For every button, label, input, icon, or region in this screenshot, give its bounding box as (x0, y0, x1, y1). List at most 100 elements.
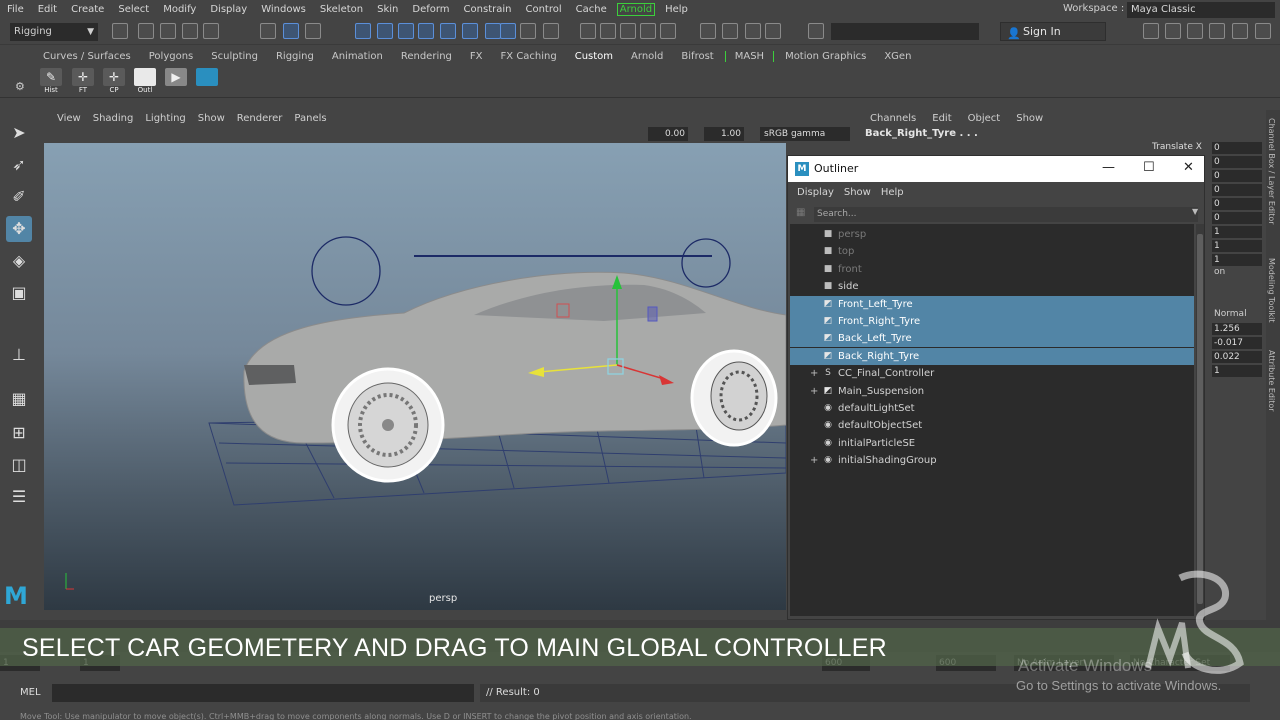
lasso-tool-icon[interactable]: ➶ (6, 152, 32, 178)
scale-tool-icon[interactable]: ▣ (6, 280, 32, 306)
menu-file[interactable]: File (0, 4, 31, 15)
rotate-tool-icon[interactable]: ◈ (6, 248, 32, 274)
mel-command-input[interactable] (52, 684, 474, 702)
expand-icon[interactable]: + (810, 452, 818, 469)
outliner-row[interactable]: ■ top (790, 243, 1194, 260)
render-region-icon[interactable] (600, 23, 616, 39)
maximize-icon[interactable]: ☐ (1143, 160, 1155, 175)
undo-icon[interactable] (182, 23, 198, 39)
outliner-row[interactable]: ◩ Front_Right_Tyre (790, 313, 1194, 330)
shelf-tab-arnold[interactable]: Arnold (622, 51, 672, 62)
channel-value-field[interactable]: 1 (1212, 240, 1262, 252)
side-tab-2[interactable]: Attribute Editor (1267, 350, 1276, 412)
last-tool-icon[interactable]: ⊥ (6, 342, 32, 368)
select-tool-icon[interactable]: ➤ (6, 120, 32, 146)
menu-control[interactable]: Control (518, 4, 568, 15)
expand-icon[interactable]: + (810, 365, 818, 382)
menu-select[interactable]: Select (111, 4, 156, 15)
character-controls-icon[interactable] (1165, 23, 1181, 39)
menu-modify[interactable]: Modify (156, 4, 203, 15)
shelf-tab-motion-graphics[interactable]: Motion Graphics (776, 51, 875, 62)
gamma-field[interactable]: 1.00 (704, 127, 744, 141)
outliner-row[interactable]: ■ front (790, 261, 1194, 278)
shelf-tab-rendering[interactable]: Rendering (392, 51, 461, 62)
mel-label[interactable]: MEL (20, 687, 41, 698)
color-space-dropdown[interactable]: sRGB gamma (760, 127, 850, 141)
shelf-button-cp[interactable]: ✛ CP (101, 68, 127, 96)
hypershade-icon[interactable] (660, 23, 676, 39)
viewport-menu-lighting[interactable]: Lighting (139, 113, 191, 124)
menu-deform[interactable]: Deform (405, 4, 456, 15)
snap-point-icon[interactable] (398, 23, 414, 39)
outliner-row[interactable]: ■ side (790, 278, 1194, 295)
outliner-layout-icon[interactable]: ☰ (6, 484, 32, 510)
exposure-field[interactable]: 0.00 (648, 127, 688, 141)
shelf-tab-animation[interactable]: Animation (323, 51, 392, 62)
render-icon[interactable] (580, 23, 596, 39)
clapper-icon[interactable] (722, 23, 738, 39)
sign-in-button[interactable]: 👤 Sign In (1000, 22, 1106, 41)
arnold-render-icon[interactable] (700, 23, 716, 39)
channel-menu-object[interactable]: Object (960, 113, 1009, 124)
outliner-row[interactable]: + S CC_Final_Controller (790, 365, 1194, 382)
shelf-tab-xgen[interactable]: XGen (875, 51, 920, 62)
expand-icon[interactable]: + (810, 383, 818, 400)
shelf-tab-curves-surfaces[interactable]: Curves / Surfaces (34, 51, 140, 62)
snap-view-plane-icon[interactable] (440, 23, 456, 39)
close-icon[interactable]: ✕ (1183, 160, 1194, 175)
side-tab-1[interactable]: Modeling Toolkit (1267, 258, 1276, 322)
shelf-tab-fx-caching[interactable]: FX Caching (492, 51, 566, 62)
modeling-toolkit-icon[interactable] (1143, 23, 1159, 39)
menu-windows[interactable]: Windows (254, 4, 313, 15)
shelf-button-ft[interactable]: ✛ FT (70, 68, 96, 96)
minimize-icon[interactable]: — (1102, 160, 1115, 175)
outliner-menu-help[interactable]: Help (876, 187, 909, 198)
shelf-tab-mash[interactable]: MASH (724, 50, 775, 62)
scrollbar-thumb[interactable] (1197, 234, 1203, 604)
shelf-button-maya[interactable] (194, 68, 220, 96)
outliner-row[interactable]: ◉ initialParticleSE (790, 435, 1194, 452)
shelf-button-outl[interactable]: Outl (132, 68, 158, 96)
channel-shape-value-field[interactable]: 1.256 (1212, 323, 1262, 335)
light-icon[interactable] (745, 23, 761, 39)
viewport-menu-shading[interactable]: Shading (87, 113, 140, 124)
shelf-button-hist[interactable]: ✎ Hist (38, 68, 64, 96)
outliner-row[interactable]: ◩ Front_Left_Tyre (790, 295, 1194, 313)
ipr-icon[interactable] (620, 23, 636, 39)
save-scene-icon[interactable] (160, 23, 176, 39)
menu-help[interactable]: Help (658, 4, 695, 15)
help-icon[interactable] (500, 23, 516, 39)
snap-surface-icon[interactable] (418, 23, 434, 39)
select-component-icon[interactable] (305, 23, 321, 39)
menu-cache[interactable]: Cache (569, 4, 614, 15)
lock-icon[interactable] (520, 23, 536, 39)
menu-arnold[interactable]: Arnold (616, 3, 656, 16)
channel-value-field[interactable]: 0 (1212, 212, 1262, 224)
outliner-row[interactable]: + ◉ initialShadingGroup (790, 452, 1194, 469)
channel-value-field[interactable]: 0 (1212, 184, 1262, 196)
snap-curve-icon[interactable] (377, 23, 393, 39)
two-view-layout-icon[interactable]: ◫ (6, 452, 32, 478)
channel-menu-edit[interactable]: Edit (924, 113, 959, 124)
channel-value-field[interactable]: 1 (1212, 226, 1262, 238)
make-live-icon[interactable] (462, 23, 478, 39)
workspace-dropdown[interactable]: Maya Classic (1127, 2, 1275, 18)
open-scene-icon[interactable] (138, 23, 154, 39)
shelf-tab-sculpting[interactable]: Sculpting (202, 51, 267, 62)
menu-constrain[interactable]: Constrain (457, 4, 519, 15)
history-icon[interactable] (485, 23, 501, 39)
outliner-scrollbar[interactable] (1196, 224, 1204, 616)
shelf-tab-bifrost[interactable]: Bifrost (672, 51, 722, 62)
outliner-row[interactable]: ◩ Back_Left_Tyre (790, 330, 1194, 348)
shelf-tab-rigging[interactable]: Rigging (267, 51, 323, 62)
channel-value-field[interactable]: 0 (1212, 170, 1262, 182)
chevron-down-icon[interactable]: ▼ (1192, 207, 1198, 216)
attribute-editor-icon[interactable] (1187, 23, 1203, 39)
shelf-tab-fx[interactable]: FX (461, 51, 492, 62)
channel-shape-value-field[interactable]: -0.017 (1212, 337, 1262, 349)
shelf-button-play[interactable]: ▶ (163, 68, 189, 96)
arnold-flag-icon[interactable] (765, 23, 781, 39)
shelf-tab-custom[interactable]: Custom (566, 51, 622, 62)
redo-icon[interactable] (203, 23, 219, 39)
menu-display[interactable]: Display (203, 4, 254, 15)
